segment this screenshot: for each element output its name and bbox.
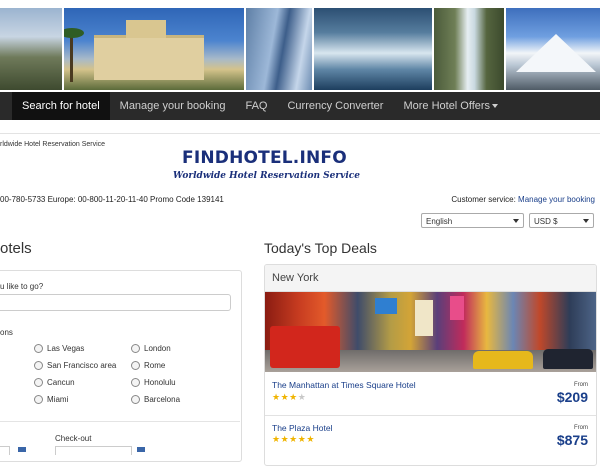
popular-destinations-label: ons	[0, 328, 13, 337]
destination-radio-miami[interactable]: Miami	[34, 395, 68, 404]
main-nav: Search for hotel Manage your booking FAQ…	[0, 90, 600, 120]
language-select[interactable]: English	[421, 213, 524, 228]
nav-currency-converter[interactable]: Currency Converter	[277, 92, 393, 120]
dropdown-arrow-icon	[583, 219, 589, 223]
destination-radio-rome[interactable]: Rome	[131, 361, 165, 370]
nav-more-hotel-offers[interactable]: More Hotel Offers	[393, 92, 508, 120]
star-icon: ★	[272, 392, 281, 402]
dropdown-arrow-icon	[513, 219, 519, 223]
deal-price[interactable]: $875	[557, 432, 588, 448]
banner-photo-ocean-waves	[314, 8, 434, 90]
banner-photo-house	[0, 8, 64, 90]
radio-icon	[34, 378, 43, 387]
deal-row: The Manhattan at Times Square Hotel ★★★★…	[265, 372, 596, 416]
destination-label: Rome	[144, 361, 166, 370]
nav-search-for-hotel[interactable]: Search for hotel	[12, 92, 110, 120]
deal-hotel-name[interactable]: The Plaza Hotel	[272, 423, 332, 433]
header-banner	[0, 8, 600, 90]
destination-label: Miami	[47, 395, 69, 404]
customer-service: Customer service: Manage your booking	[451, 195, 595, 204]
deal-row: The Plaza Hotel ★★★★★ From $875	[265, 416, 596, 465]
destination-radio-san-francisco[interactable]: San Francisco area	[34, 361, 116, 370]
caret-down-icon	[492, 104, 499, 109]
search-section-title: otels	[0, 240, 32, 257]
nav-more-hotel-offers-label: More Hotel Offers	[403, 100, 491, 112]
divider	[0, 421, 240, 422]
checkout-date-input[interactable]	[55, 446, 132, 455]
price-from-label: From	[574, 425, 588, 431]
phone-numbers: 00-780-5733 Europe: 00-800-11-20-11-40 P…	[0, 195, 224, 204]
star-icon: ★	[280, 434, 290, 444]
destination-input[interactable]	[0, 294, 231, 311]
star-icon: ★	[306, 434, 315, 444]
small-tagline: rldwide Hotel Reservation Service	[0, 141, 106, 148]
checkin-date-input[interactable]	[0, 446, 10, 455]
destination-label: San Francisco area	[47, 361, 117, 370]
star-icon: ★	[289, 434, 298, 444]
radio-icon	[131, 361, 140, 370]
star-rating: ★★★★	[272, 392, 306, 403]
price-from-label: From	[574, 382, 588, 388]
destination-radio-honolulu[interactable]: Honolulu	[131, 378, 176, 387]
deal-city-name: New York	[272, 272, 319, 284]
star-icon: ★	[289, 392, 298, 402]
city-photo-times-square[interactable]	[265, 292, 596, 372]
radio-icon	[131, 395, 140, 404]
manage-booking-link[interactable]: Manage your booking	[518, 195, 595, 204]
destination-label: London	[144, 344, 171, 353]
site-logo-subtitle: Worldwide Hotel Reservation Service	[173, 171, 360, 181]
destination-radio-barcelona[interactable]: Barcelona	[131, 395, 180, 404]
nav-manage-booking[interactable]: Manage your booking	[110, 92, 236, 120]
banner-photo-skyscraper	[246, 8, 314, 90]
destination-label: Las Vegas	[47, 344, 85, 353]
radio-icon	[34, 361, 43, 370]
destination-radio-cancun[interactable]: Cancun	[34, 378, 75, 387]
destination-radio-las-vegas[interactable]: Las Vegas	[34, 344, 84, 353]
banner-photo-las-vegas-hotel	[64, 8, 246, 90]
deals-panel: New York The Manhattan at Times Square H…	[264, 264, 597, 466]
radio-icon	[131, 378, 140, 387]
currency-select[interactable]: USD $	[529, 213, 594, 228]
radio-icon	[34, 344, 43, 353]
radio-icon	[131, 344, 140, 353]
star-icon: ★	[297, 392, 307, 402]
destination-label: Barcelona	[144, 395, 181, 404]
star-icon: ★	[272, 434, 281, 444]
deal-price[interactable]: $209	[557, 389, 588, 405]
customer-service-label: Customer service:	[451, 195, 516, 204]
destination-label: Cancun	[47, 378, 75, 387]
site-logo[interactable]: FINDHOTEL.INFO	[182, 148, 347, 168]
top-deals-title: Today's Top Deals	[264, 240, 377, 256]
destination-label: Honolulu	[144, 378, 176, 387]
language-select-value: English	[426, 217, 453, 226]
checkout-label: Check-out	[55, 434, 92, 443]
banner-photo-mountain	[506, 8, 600, 90]
star-icon: ★	[280, 392, 290, 402]
star-rating: ★★★★★	[272, 434, 315, 445]
destination-question-label: u like to go?	[0, 282, 44, 291]
radio-icon	[34, 395, 43, 404]
deal-hotel-name[interactable]: The Manhattan at Times Square Hotel	[272, 380, 416, 390]
nav-faq[interactable]: FAQ	[235, 92, 277, 120]
divider	[0, 133, 600, 134]
deal-city-header: New York	[265, 265, 596, 292]
destination-radio-london[interactable]: London	[131, 344, 171, 353]
currency-select-value: USD $	[534, 217, 558, 226]
banner-photo-waterfall	[434, 8, 506, 90]
